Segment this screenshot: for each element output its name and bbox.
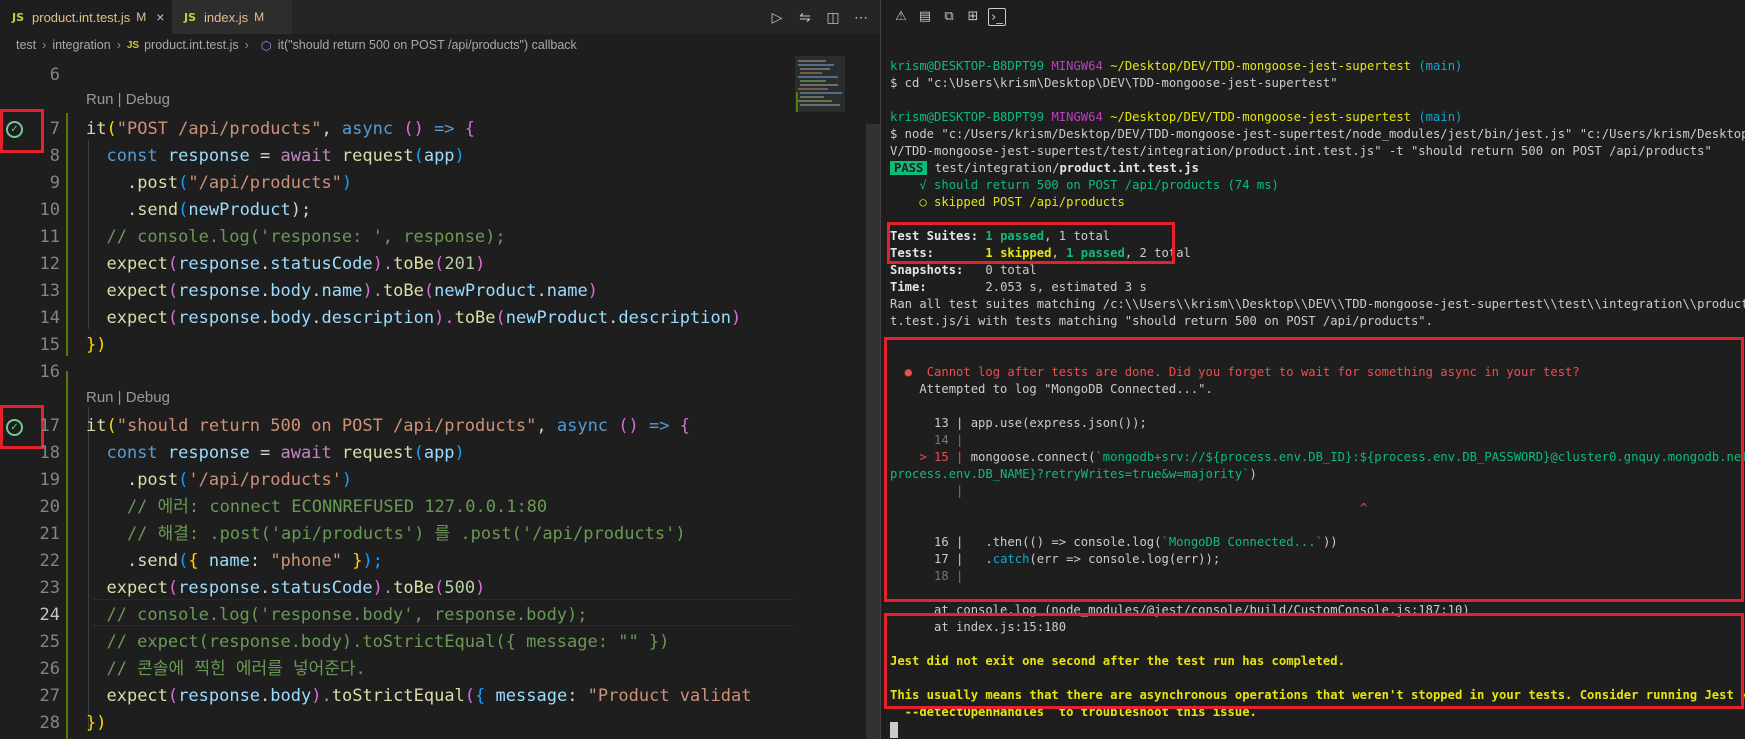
code-line: 24 // console.log('response.body', respo…: [39, 605, 588, 625]
run-file-icon[interactable]: ▷: [764, 0, 790, 34]
compare-changes-icon[interactable]: ⇋: [792, 0, 818, 34]
chevron-right-icon: ›: [42, 38, 47, 52]
js-file-icon: JS: [12, 10, 25, 24]
annotation-box: [887, 222, 1175, 264]
code-line: 12 expect(response.statusCode).toBe(201): [39, 254, 486, 274]
terminal-line: Time: 2.053 s, estimated 3 s: [890, 280, 1147, 294]
code-line: 23 expect(response.statusCode).toBe(500): [39, 578, 486, 598]
pass-badge: PASS: [890, 161, 928, 175]
warning-icon[interactable]: ⚠: [892, 8, 910, 26]
breadcrumb-item[interactable]: it("should return 500 on POST /api/produ…: [278, 38, 577, 52]
codelens-run-debug[interactable]: Run | Debug: [86, 91, 170, 108]
js-file-icon: JS: [184, 10, 197, 24]
code-line: 19 .post('/api/products'): [39, 470, 353, 490]
terminal-line: V/TDD-mongoose-jest-supertest/test/integ…: [890, 144, 1712, 158]
close-icon[interactable]: ×: [156, 9, 164, 25]
chevron-right-icon: ›: [116, 38, 121, 52]
code-line: 28}): [39, 713, 107, 733]
code-line: 25 // expect(response.body).toStrictEqua…: [39, 632, 670, 652]
breadcrumb-item[interactable]: product.int.test.js: [144, 38, 239, 52]
debug-console-icon[interactable]: ⧉: [940, 8, 958, 26]
codelens-run-debug[interactable]: Run | Debug: [86, 389, 170, 406]
modified-badge: M: [254, 10, 265, 24]
code-line: 16: [39, 362, 60, 382]
split-editor-icon[interactable]: ◫: [820, 0, 846, 34]
code-line: 14 expect(response.body.description).toB…: [39, 308, 742, 328]
terminal-line: krism@DESKTOP-B8DPT99 MINGW64 ~/Desktop/…: [890, 59, 1463, 73]
code-line: 10 .send(newProduct);: [39, 200, 312, 220]
code-line: 17 it("should return 500 on POST /api/pro…: [39, 416, 690, 436]
annotation-box: [884, 337, 1744, 602]
terminal-line: Ran all test suites matching /c:\\Users\…: [890, 297, 1745, 311]
code-line: 22 .send({ name: "phone" });: [39, 551, 383, 571]
terminal-icon[interactable]: ›_: [988, 8, 1006, 26]
annotation-box: [884, 613, 1744, 709]
tab-index-js[interactable]: JS index.js M: [172, 0, 292, 34]
panel-toolbar: ⚠ ▤ ⧉ ⊞ ›_: [881, 0, 1745, 34]
tab-bar: JS product.int.test.js M × JS index.js M…: [0, 0, 880, 34]
code-line: 21 // 해결: .post('api/products') 를 .post(…: [39, 524, 686, 544]
code-line: 13 expect(response.body.name).toBe(newPr…: [39, 281, 598, 301]
more-actions-icon[interactable]: ⋯: [848, 0, 874, 34]
minimap[interactable]: [795, 56, 850, 739]
tab-label: product.int.test.js: [32, 9, 131, 25]
code-line: 15}): [39, 335, 107, 355]
terminal-line: t.test.js/i with tests matching "should …: [890, 314, 1433, 328]
terminal-line: PASS test/integration/product.int.test.j…: [890, 160, 1745, 177]
modified-badge: M: [136, 10, 147, 24]
output-icon[interactable]: ▤: [916, 8, 934, 26]
code-line: 20 // 에러: connect ECONNREFUSED 127.0.0.1…: [39, 497, 548, 517]
vscode-window: JS product.int.test.js M × JS index.js M…: [0, 0, 1745, 739]
chevron-right-icon: ›: [244, 38, 249, 52]
editor-area: JS product.int.test.js M × JS index.js M…: [0, 0, 880, 739]
breadcrumb: test › integration › JS product.int.test…: [0, 34, 880, 56]
ports-icon[interactable]: ⊞: [964, 8, 982, 26]
code-line: 9 .post("/api/products"): [49, 173, 353, 193]
terminal-panel: ⚠ ▤ ⧉ ⊞ ›_ krism@DESKTOP-B8DPT99 MINGW64…: [881, 0, 1745, 739]
vertical-scrollbar[interactable]: [866, 124, 880, 739]
code-line: 26 // 콘솔에 찍힌 에러를 넣어준다.: [39, 659, 366, 679]
code-line: 11 // console.log('response: ', response…: [39, 227, 506, 247]
function-symbol-icon: ⬡: [260, 38, 272, 53]
terminal-line: ○ skipped POST /api/products: [890, 195, 1125, 209]
tab-label: index.js: [204, 9, 249, 25]
terminal-line: Snapshots: 0 total: [890, 263, 1037, 277]
code-line: 18 const response = await request(app): [39, 443, 465, 463]
breadcrumb-item[interactable]: test: [16, 38, 36, 52]
terminal-line: [890, 721, 1745, 738]
code-line: 8 const response = await request(app): [49, 146, 465, 166]
terminal-line: √ should return 500 on POST /api/product…: [890, 178, 1279, 192]
code-line: 27 expect(response.body).toStrictEqual({…: [39, 686, 752, 706]
terminal-line: $ node "c:/Users/krism/Desktop/DEV/TDD-m…: [890, 127, 1745, 141]
terminal-cursor: [890, 721, 898, 738]
code-line: 7 it("POST /api/products", async () => {: [49, 119, 476, 139]
code-line: 6: [49, 65, 60, 85]
minimap-preview: [795, 56, 845, 112]
js-file-icon: JS: [126, 39, 140, 51]
breadcrumb-item[interactable]: integration: [52, 38, 110, 52]
terminal-line: krism@DESKTOP-B8DPT99 MINGW64 ~/Desktop/…: [890, 110, 1463, 124]
terminal-line: $ cd "c:\Users\krism\Desktop\DEV\TDD-mon…: [890, 76, 1338, 90]
tab-product-int-test[interactable]: JS product.int.test.js M ×: [0, 0, 172, 34]
